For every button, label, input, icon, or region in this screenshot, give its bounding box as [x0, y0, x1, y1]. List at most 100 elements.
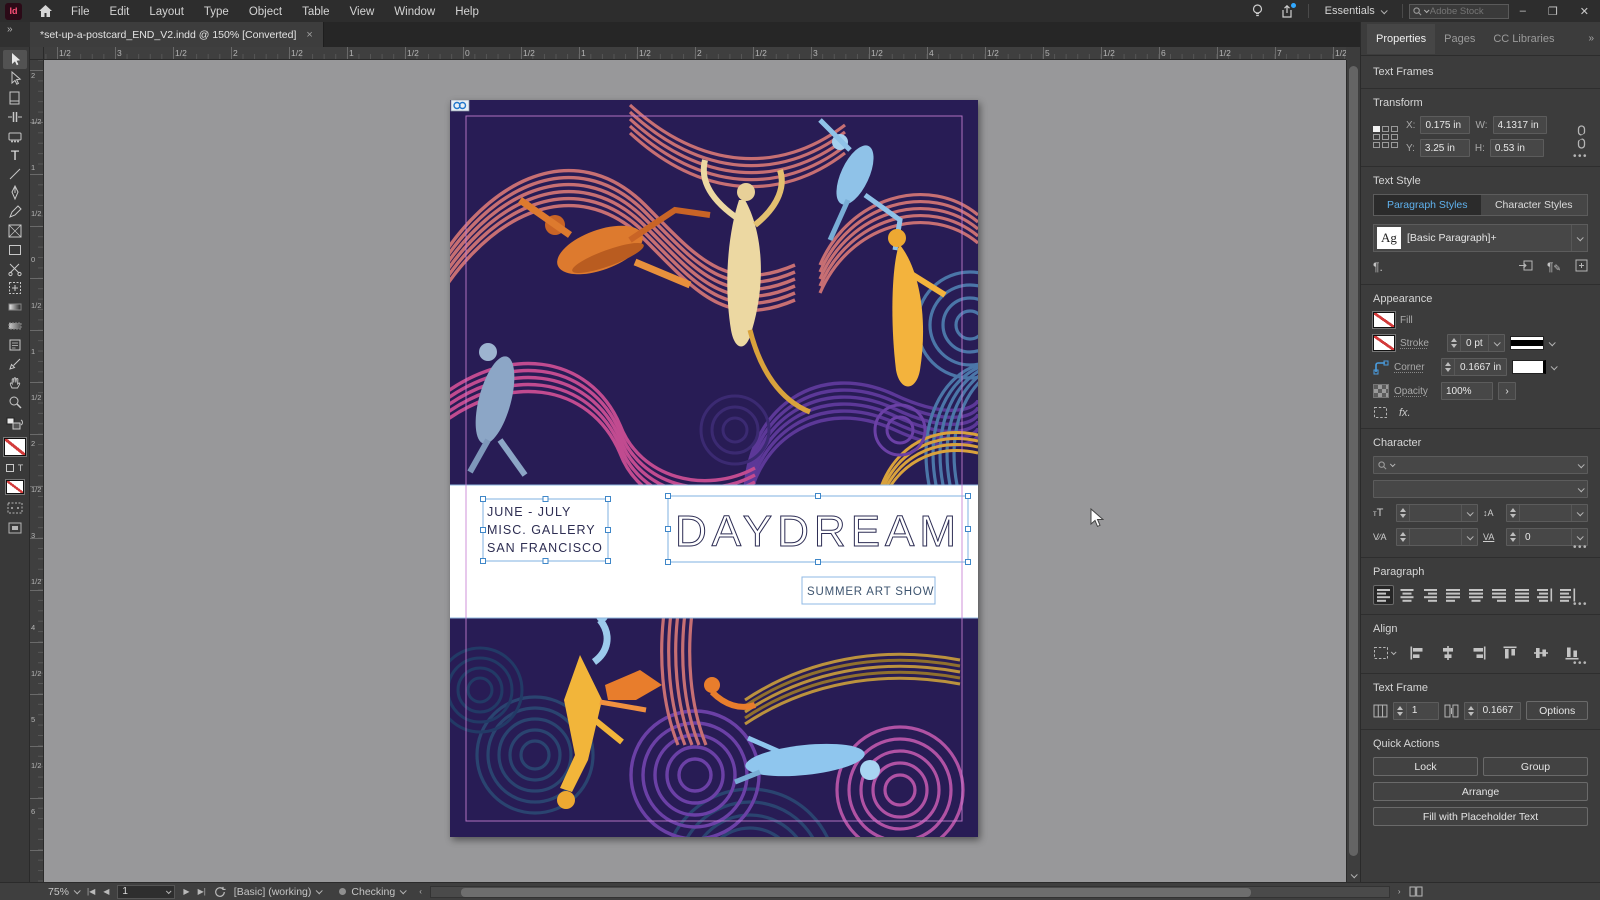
fill-with-placeholder-text-button[interactable]: Fill with Placeholder Text — [1373, 807, 1588, 826]
vertical-scrollbar[interactable] — [1346, 60, 1360, 882]
next-page-button[interactable]: ▶ — [183, 887, 189, 896]
page-tool[interactable] — [3, 88, 27, 107]
pencil-tool[interactable] — [3, 202, 27, 221]
menu-layout[interactable]: Layout — [139, 6, 194, 18]
object-effects-icon[interactable] — [1373, 406, 1388, 419]
text-frame-options-button[interactable]: Options — [1526, 701, 1588, 720]
link-badge-icon[interactable] — [450, 100, 470, 112]
chevron-down-icon[interactable] — [1350, 871, 1358, 879]
stock-search-box[interactable] — [1408, 3, 1509, 19]
font-size-stepper[interactable] — [1396, 504, 1478, 522]
chevron-down-icon[interactable] — [1548, 338, 1556, 346]
paragraph-towards-spine-button[interactable] — [1534, 585, 1555, 605]
document-tab[interactable]: *set-up-a-postcard_END_V2.indd @ 150% [C… — [30, 22, 324, 47]
h-field[interactable] — [1489, 139, 1544, 157]
fx-label[interactable]: fx. — [1399, 407, 1411, 419]
paragraph-justify-right-button[interactable] — [1488, 585, 1509, 605]
y-field[interactable] — [1419, 139, 1470, 157]
content-collector-tool[interactable] — [3, 126, 27, 145]
preflight-status[interactable]: Checking — [339, 886, 407, 898]
preflight-profile-dropdown[interactable]: [Basic] (working) — [234, 886, 324, 898]
corner-style-swatch[interactable] — [1512, 360, 1547, 374]
keyline-view-icon[interactable] — [7, 502, 23, 514]
pen-tool[interactable] — [3, 183, 27, 202]
vertical-scrollbar-thumb[interactable] — [1349, 66, 1358, 856]
more-options-icon[interactable]: ••• — [1573, 599, 1588, 610]
menu-edit[interactable]: Edit — [100, 6, 140, 18]
lock-button[interactable]: Lock — [1373, 757, 1478, 776]
opacity-label[interactable]: Opacity — [1394, 386, 1436, 397]
horizontal-scrollbar[interactable] — [429, 885, 1390, 898]
preflight-icon[interactable] — [214, 886, 226, 898]
kerning-stepper[interactable] — [1396, 528, 1478, 546]
font-family-combo[interactable] — [1373, 456, 1588, 474]
stroke-weight-stepper[interactable]: 0 pt — [1447, 334, 1505, 352]
align-left-button[interactable] — [1405, 642, 1429, 664]
x-field[interactable] — [1420, 116, 1471, 134]
style-override-icon[interactable]: ¶✎ — [1547, 260, 1561, 274]
free-transform-tool[interactable] — [3, 278, 27, 297]
menu-object[interactable]: Object — [239, 6, 292, 18]
indesign-logo[interactable]: Id — [5, 2, 22, 20]
pasteboard[interactable]: JUNE - JULY MISC. GALLERY SAN FRANCISCO … — [44, 60, 1346, 882]
gap-tool[interactable] — [3, 107, 27, 126]
align-center-h-button[interactable] — [1436, 642, 1460, 664]
hscroll-left-arrow[interactable]: ‹ — [419, 887, 422, 896]
selection-tool[interactable] — [2, 50, 27, 69]
first-page-button[interactable]: |◀ — [87, 887, 95, 896]
columns-stepper[interactable]: 1 — [1392, 701, 1439, 720]
redefine-style-icon[interactable] — [1518, 259, 1533, 275]
menu-window[interactable]: Window — [384, 6, 445, 18]
zoom-level-dropdown[interactable]: 75% — [48, 886, 81, 898]
paragraph-align-right-button[interactable] — [1419, 585, 1440, 605]
artwork-bottom[interactable] — [450, 605, 978, 837]
swap-fill-stroke-icon[interactable] — [6, 417, 24, 433]
fill-swatch[interactable] — [1373, 312, 1395, 328]
opacity-field[interactable]: 100% — [1441, 382, 1493, 400]
line-tool[interactable] — [3, 164, 27, 183]
more-options-icon[interactable]: ••• — [1573, 658, 1588, 669]
stroke-swatch[interactable] — [1373, 335, 1395, 351]
arrange-button[interactable]: Arrange — [1373, 782, 1588, 801]
stroke-label[interactable]: Stroke — [1400, 338, 1442, 349]
panel-collapse-icon[interactable]: » — [1588, 33, 1594, 44]
vertical-ruler[interactable]: 2 1/2 1 1/2 0 1/2 1 1/2 2 1/2 3 1/2 4 1/2 5 1/2 6 — [30, 60, 44, 882]
gradient-feather-tool[interactable] — [3, 316, 27, 335]
pilcrow-options-icon[interactable]: ¶. — [1373, 260, 1383, 274]
zoom-tool[interactable] — [3, 392, 27, 411]
screen-mode-icon[interactable] — [8, 522, 22, 534]
toolbar-expand-icon[interactable]: » — [0, 22, 30, 47]
horizontal-ruler[interactable]: 1/2 3 1/2 2 1/2 1 1/2 0 1/2 1 1/2 2 1/2 3 1/2 4 1/2 5 1/2 6… — [44, 47, 1346, 60]
menu-file[interactable]: File — [61, 6, 100, 18]
paragraph-justify-all-button[interactable] — [1511, 585, 1532, 605]
stroke-swatch-none[interactable] — [5, 480, 24, 494]
tab-pages[interactable]: Pages — [1435, 24, 1484, 54]
more-options-icon[interactable]: ••• — [1573, 151, 1588, 162]
formatting-text-icon[interactable]: T — [18, 463, 24, 473]
paragraph-style-dropdown[interactable]: Ag [Basic Paragraph]+ — [1373, 224, 1588, 252]
search-input[interactable] — [1429, 5, 1505, 17]
paragraph-styles-tab[interactable]: Paragraph Styles — [1374, 195, 1481, 215]
workspace-switcher[interactable]: Essentials — [1325, 5, 1388, 17]
postcard-artwork[interactable]: JUNE - JULY MISC. GALLERY SAN FRANCISCO … — [450, 100, 978, 837]
align-right-button[interactable] — [1467, 642, 1491, 664]
paragraph-justify-center-button[interactable] — [1465, 585, 1486, 605]
ruler-corner[interactable] — [30, 47, 44, 60]
page-number-field[interactable] — [117, 884, 176, 899]
type-tool[interactable]: T — [3, 145, 27, 164]
minimize-button[interactable]: – — [1509, 5, 1537, 17]
last-page-button[interactable]: ▶| — [198, 887, 206, 896]
artwork-top[interactable] — [450, 100, 978, 525]
menu-help[interactable]: Help — [445, 6, 489, 18]
chevron-down-icon[interactable] — [1550, 362, 1558, 370]
align-to-selector[interactable] — [1373, 646, 1397, 660]
tab-close-icon[interactable]: × — [306, 29, 312, 41]
w-field[interactable] — [1492, 116, 1547, 134]
close-button[interactable]: ✕ — [1569, 5, 1600, 18]
new-style-icon[interactable] — [1575, 259, 1588, 275]
more-options-icon[interactable]: ••• — [1573, 542, 1588, 553]
stroke-style-swatch[interactable] — [1509, 336, 1544, 350]
share-icon[interactable] — [1281, 2, 1296, 18]
paragraph-align-left-button[interactable] — [1373, 585, 1394, 605]
menu-view[interactable]: View — [340, 6, 385, 18]
